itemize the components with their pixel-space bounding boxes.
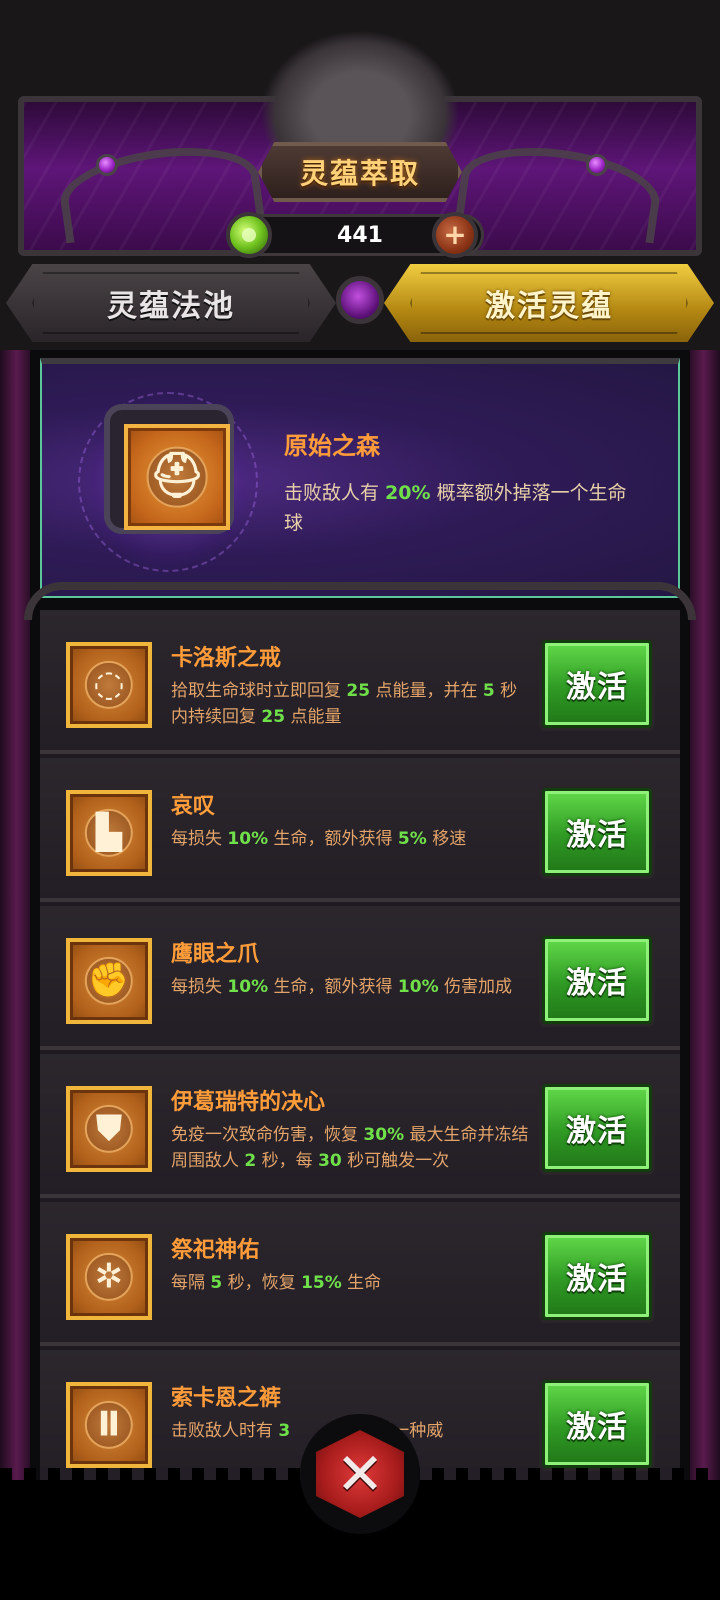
page-title: 灵蕴萃取 [299,157,420,190]
green-orb-icon [226,212,272,258]
right-border-decoration [690,330,720,1480]
item-description: 每隔 5 秒，恢复 15% 生命 [171,1273,382,1293]
tab-center-gem [336,276,384,324]
currency-value: 441 [337,222,383,248]
list-item: ◌ 卡洛斯之戒 拾取生命球时立即回复 25 点能量，并在 5 秒内持续回复 25… [40,610,680,754]
item-description: 每损失 10% 生命，额外获得 10% 伤害加成 [171,977,513,997]
tab-label: 激活灵蕴 [485,289,613,324]
item-name: 卡洛斯之戒 [171,646,282,671]
list-item: ✊ 鹰眼之爪 每损失 10% 生命，额外获得 10% 伤害加成 激活 [40,906,680,1050]
activate-button[interactable]: 激活 [542,1084,652,1172]
helmet-icon: ⛑ [149,450,205,502]
selected-spirit-icon[interactable]: ⛑ [124,424,230,530]
beetle-icon: ✲ [94,1256,124,1297]
close-x-icon: ✕ [335,1440,385,1508]
item-description: 免疫一次致命伤害，恢复 30% 最大生命并冻结周围敌人 2 秒，每 30 秒可触… [171,1125,529,1171]
left-border-decoration [0,330,30,1480]
item-description: 拾取生命球时立即回复 25 点能量，并在 5 秒内持续回复 25 点能量 [171,681,518,727]
activate-button[interactable]: 激活 [542,640,652,728]
selected-spirit-name: 原始之森 [284,432,380,460]
selected-spirit-description: 击败敌人有 20% 概率额外掉落一个生命球 [284,482,627,534]
activate-button[interactable]: 激活 [542,936,652,1024]
pants-icon: Ⅱ [97,1404,121,1445]
activate-button[interactable]: 激活 [542,788,652,876]
gem-ornament [96,154,118,176]
item-name: 哀叹 [171,794,216,819]
item-icon-frame: ⛊ [66,1086,152,1172]
item-icon-frame: ✊ [66,938,152,1024]
tab-spirit-pool[interactable]: 灵蕴法池 [6,264,336,342]
list-item: ⛊ 伊葛瑞特的决心 免疫一次致命伤害，恢复 30% 最大生命并冻结周围敌人 2 … [40,1054,680,1198]
item-name: 伊葛瑞特的决心 [171,1090,326,1115]
boot-icon: ▙ [95,812,123,853]
tab-label: 灵蕴法池 [107,289,235,324]
armor-icon: ⛊ [96,1108,122,1149]
fist-icon: ✊ [87,960,131,1001]
list-item: ▙ 哀叹 每损失 10% 生命，额外获得 5% 移速 激活 [40,758,680,902]
item-name: 鹰眼之爪 [171,942,260,967]
item-name: 祭祀神佑 [171,1238,260,1263]
add-currency-button[interactable]: + [432,212,478,258]
item-icon-frame: Ⅱ [66,1382,152,1468]
tab-activate-spirit[interactable]: 激活灵蕴 [384,264,714,342]
item-icon-frame: ◌ [66,642,152,728]
plus-icon: + [443,218,467,251]
ring-icon: ◌ [93,663,125,705]
item-description: 每损失 10% 生命，额外获得 5% 移速 [171,829,467,849]
list-item: ✲ 祭祀神佑 每隔 5 秒，恢复 15% 生命 激活 [40,1202,680,1346]
gem-ornament [586,154,608,176]
item-icon-frame: ✲ [66,1234,152,1320]
spirit-list[interactable]: ◌ 卡洛斯之戒 拾取生命球时立即回复 25 点能量，并在 5 秒内持续回复 25… [40,610,680,1490]
item-name: 索卡恩之裤 [171,1386,282,1411]
activate-button[interactable]: 激活 [542,1380,652,1468]
activate-button[interactable]: 激活 [542,1232,652,1320]
title-plate: 灵蕴萃取 [258,142,462,202]
item-icon-frame: ▙ [66,790,152,876]
